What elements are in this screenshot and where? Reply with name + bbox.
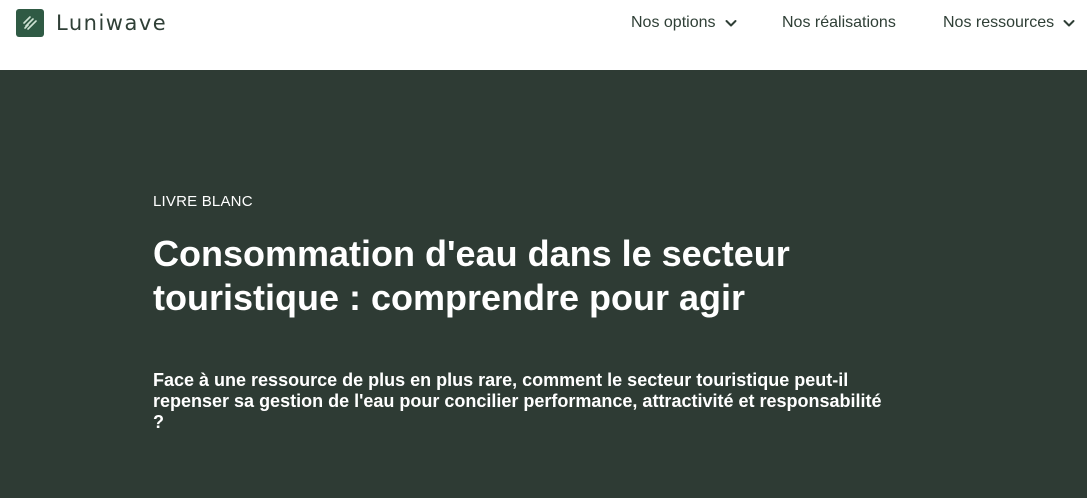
logo-link[interactable]: Luniwave [16, 9, 167, 37]
hero-lede: Face à une ressource de plus en plus rar… [153, 370, 882, 432]
nav-item-label: Nos options [631, 14, 716, 31]
chevron-down-icon [1062, 16, 1076, 30]
page-title: Consommation d'eau dans le secteur touri… [153, 233, 790, 318]
nav-item-label: Nos ressources [943, 14, 1055, 31]
luniwave-logo-icon [16, 9, 44, 37]
site-header: Luniwave Nos options Nos réalisations No… [0, 0, 1087, 70]
nav-item-ressources[interactable]: Nos ressources [943, 12, 1076, 34]
content-type-label: LIVRE BLANC [153, 193, 253, 210]
nav-item-options[interactable]: Nos options [631, 12, 738, 34]
nav-item-label: Nos réalisations [782, 14, 896, 31]
brand-name: Luniwave [56, 11, 168, 35]
hero-section: LIVRE BLANC Consommation d'eau dans le s… [0, 70, 1087, 498]
nav-item-realisations[interactable]: Nos réalisations [782, 12, 896, 34]
chevron-down-icon [724, 16, 738, 30]
